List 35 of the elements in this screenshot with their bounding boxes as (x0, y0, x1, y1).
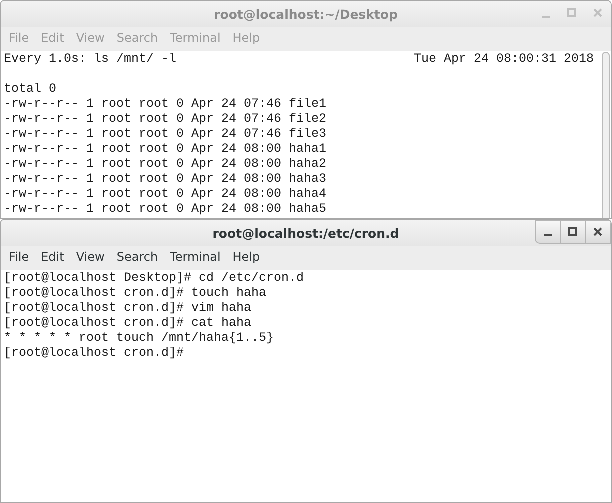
terminal-line: total 0 (4, 82, 58, 97)
terminal-line: -rw-r--r-- 1 root root 0 Apr 24 08:00 haha1 (4, 142, 328, 157)
watch-command: Every 1.0s: ls /mnt/ -l (4, 52, 177, 67)
minimize-button[interactable] (535, 220, 561, 244)
menu-item[interactable]: View (70, 248, 111, 266)
terminal-line: -rw-r--r-- 1 root root 0 Apr 24 07:46 file3 (4, 127, 328, 142)
menu-item[interactable]: Edit (35, 248, 70, 266)
terminal-line: -rw-r--r-- 1 root root 0 Apr 24 08:00 haha5 (4, 202, 328, 217)
window-title: root@localhost:/etc/cron.d (212, 226, 400, 240)
maximize-icon (568, 227, 578, 237)
minimize-icon (541, 16, 551, 18)
terminal-line: [root@localhost cron.d]# touch haha (4, 286, 268, 301)
terminal-line: -rw-r--r-- 1 root root 0 Apr 24 07:46 file2 (4, 112, 328, 127)
terminal-line: * * * * * root touch /mnt/haha{1..5} (4, 331, 276, 346)
terminal-line: [root@localhost cron.d]# cat haha (4, 316, 253, 331)
terminal-line: [root@localhost cron.d]# vim haha (4, 301, 253, 316)
terminal-line: [root@localhost Desktop]# cd /etc/cron.d (4, 271, 306, 286)
minimize-icon (543, 234, 553, 236)
close-icon (593, 227, 603, 237)
scrollbar[interactable] (602, 52, 610, 218)
close-button[interactable] (585, 220, 611, 244)
menu-item[interactable]: File (3, 248, 36, 266)
terminal-line: -rw-r--r-- 1 root root 0 Apr 24 08:00 haha3 (4, 172, 328, 187)
menu-item[interactable]: Search (110, 248, 164, 266)
close-icon (593, 8, 603, 18)
maximize-button[interactable] (560, 220, 586, 244)
menu-item[interactable]: Help (226, 248, 266, 266)
maximize-icon (567, 8, 577, 18)
terminal-line: [root@localhost cron.d]# (4, 346, 186, 361)
terminal-line: -rw-r--r-- 1 root root 0 Apr 24 07:46 file1 (4, 97, 328, 112)
window-title: root@localhost:~/Desktop (214, 6, 398, 22)
menu-item[interactable]: Terminal (164, 248, 227, 266)
terminal-line: -rw-r--r-- 1 root root 0 Apr 24 08:00 haha4 (4, 187, 328, 202)
terminal-line: -rw-r--r-- 1 root root 0 Apr 24 08:00 haha2 (4, 157, 328, 172)
timestamp: Tue Apr 24 08:00:31 2018 (414, 52, 594, 67)
